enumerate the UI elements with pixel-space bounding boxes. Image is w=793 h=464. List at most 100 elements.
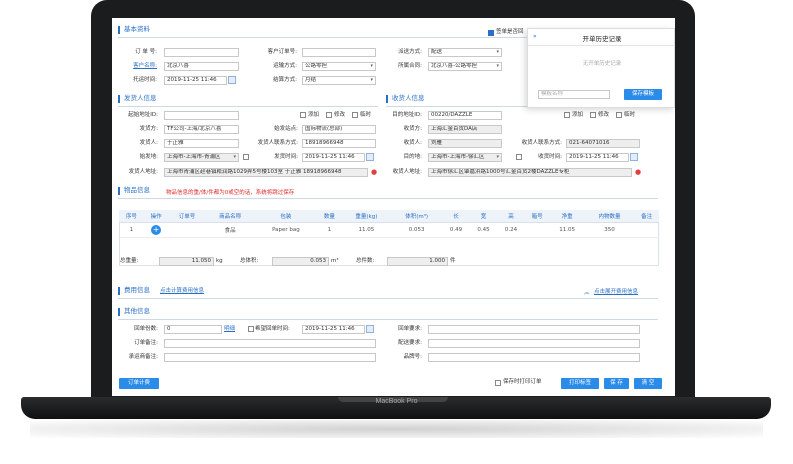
sender-temp-checkbox[interactable] (352, 112, 358, 118)
sender-phone-input[interactable]: 18918966948 (302, 139, 376, 148)
dest-id-input[interactable]: 00220/DAZZLE (428, 111, 502, 120)
consign-time-input[interactable]: 2019-11-25 11:46 (164, 76, 227, 85)
order-note-input[interactable] (164, 339, 376, 348)
customer-order-input[interactable] (302, 48, 376, 57)
col-header: 包装 (254, 210, 317, 223)
section-fees-title: 费用信息 (118, 287, 150, 295)
transport-select[interactable]: 公路零担 (302, 62, 376, 71)
sender-address-input[interactable]: 上海市青浦区赵巷镇崧润路1029弄5号楼103室 于正雅 18918966948 (164, 168, 368, 177)
receiver-address-input[interactable]: 上海市徐汇区肇嘉浜路1000号汇金百货2楼DAZZLE专柜 (428, 168, 632, 177)
receiver-temp-checkbox[interactable] (616, 112, 622, 118)
station-input[interactable]: 国际物流(总部) (302, 125, 376, 134)
save-print-label: 保存时打印订单 (503, 379, 542, 385)
print-label-button[interactable]: 打印标签 (561, 378, 599, 389)
total-weight-input[interactable]: 11.050 (159, 257, 214, 266)
clear-button[interactable]: 清 空 (634, 378, 662, 389)
table-cell[interactable]: 食品 (205, 222, 255, 238)
total-volume-label: 总体积: (240, 258, 259, 264)
calc-fees-link[interactable]: 点击计算费用信息 (160, 287, 204, 296)
table-cell[interactable]: 0.053 (391, 222, 443, 238)
settle-label: 结算方式: (273, 77, 297, 83)
expect-receipt-checkbox[interactable] (248, 326, 254, 332)
col-header: 序号 (119, 210, 144, 223)
receiver-contact-input[interactable]: 刘雁 (428, 139, 502, 148)
receipt-count-input[interactable]: 0 (164, 325, 222, 334)
table-cell[interactable] (168, 222, 206, 238)
recv-time-checkbox[interactable] (516, 154, 522, 160)
table-cell[interactable]: 350 (584, 222, 635, 238)
receipt-req-input[interactable] (428, 325, 640, 334)
dispatch-label: 派送方式: (398, 49, 422, 55)
col-header: 商品名称 (205, 210, 255, 223)
chevron-up-icon[interactable]: ︽ (584, 289, 590, 298)
location-pin-icon[interactable]: ● (635, 168, 641, 176)
calendar-icon[interactable] (366, 153, 374, 161)
receiver-edit-checkbox[interactable] (590, 112, 596, 118)
carrier-note-input[interactable] (164, 353, 376, 362)
sender-temp-label: 临时 (360, 112, 372, 118)
table-cell[interactable] (634, 222, 659, 238)
total-weight-unit: kg (216, 258, 223, 264)
receipt-count-label: 回单份数: (134, 326, 158, 332)
table-cell[interactable]: Paper bag (254, 222, 317, 238)
total-pieces-input[interactable]: 1.000 (387, 257, 448, 266)
brand-no-input[interactable] (428, 353, 640, 362)
consignee-label: 收货方: (403, 126, 422, 132)
laptop-shadow (30, 420, 763, 438)
section-divider (118, 37, 528, 38)
start-id-input[interactable] (164, 111, 239, 120)
dispatch-select[interactable]: 配送 (428, 48, 502, 57)
save-print-checkbox[interactable] (495, 380, 501, 386)
ship-time-checkbox[interactable] (243, 154, 249, 160)
col-header: 宽 (469, 210, 498, 223)
sender-edit-checkbox[interactable] (326, 112, 332, 118)
table-cell[interactable]: 1 (317, 222, 342, 238)
location-pin-icon[interactable]: ● (371, 168, 377, 176)
shipper-input[interactable]: TF公司-上海/北京八喜 (164, 125, 239, 134)
consignee-input[interactable]: 上海汇金百货DA店 (428, 125, 502, 134)
template-name-input[interactable]: 模板名称 (538, 90, 610, 99)
receiver-add-checkbox[interactable] (564, 112, 570, 118)
expect-receipt-input[interactable]: 2019-11-25 11:46 (302, 325, 365, 334)
table-cell[interactable] (524, 222, 550, 238)
receiver-address-label: 收货人地址: (392, 169, 422, 175)
table-cell[interactable]: 0.24 (497, 222, 525, 238)
order-fee-button[interactable]: 订单计费 (119, 378, 159, 389)
receipt-checkbox[interactable] (488, 30, 494, 36)
order-no-input[interactable] (164, 48, 239, 57)
brand-label: MacBook Pro (375, 398, 418, 405)
recv-time-input[interactable]: 2019-11-25 11:46 (566, 153, 629, 162)
receiver-phone-label: 收货人联系方式: (521, 140, 562, 146)
sender-contact-label: 发货人: (139, 140, 158, 146)
delivery-req-label: 配送要求: (398, 340, 422, 346)
customer-name-label[interactable]: 客户名称: (117, 62, 157, 71)
dest-select[interactable]: 上海市-上海市-徐汇区 (428, 153, 502, 162)
ship-time-input[interactable]: 2019-11-25 11:46 (302, 153, 365, 162)
origin-select[interactable]: 上海市-上海市-青浦区 (164, 153, 239, 162)
sender-add-checkbox[interactable] (300, 112, 306, 118)
add-row-icon[interactable]: + (151, 224, 162, 235)
calendar-icon[interactable] (366, 325, 374, 333)
total-pieces-label: 总件数: (356, 258, 375, 264)
table-cell[interactable]: 11.05 (341, 222, 392, 238)
customer-name-input[interactable]: 北京八喜 (164, 62, 239, 71)
settle-select[interactable]: 月结 (302, 76, 376, 85)
receiver-phone-input[interactable]: 021-64071016 (566, 139, 640, 148)
receipt-detail-link[interactable]: 明细 (224, 325, 235, 334)
contract-select[interactable]: 北京八喜-公路零担 (428, 62, 502, 71)
save-template-button[interactable]: 保存模板 (624, 89, 662, 100)
history-title: 开单历史记录 (582, 36, 622, 43)
delivery-req-input[interactable] (428, 339, 640, 348)
table-cell[interactable]: 11.05 (549, 222, 585, 238)
sender-address-label: 发货人地址: (128, 169, 158, 175)
save-button[interactable]: 保 存 (604, 378, 629, 389)
expand-fees-link[interactable]: 点击展开费用信息 (594, 288, 638, 297)
table-row[interactable]: 1 + 食品 Paper bag 1 11.05 0.053 0.49 0.45… (119, 222, 659, 238)
calendar-icon[interactable] (630, 153, 638, 161)
table-cell[interactable]: 0.45 (469, 222, 498, 238)
total-volume-input[interactable]: 0.053 (272, 257, 329, 266)
table-header-row: 序号 操作 订单号 商品名称 包装 数量 重量(kg) 体积(m³) 长 宽 高… (119, 210, 659, 223)
table-cell[interactable]: 0.49 (442, 222, 470, 238)
calendar-icon[interactable] (228, 76, 236, 84)
sender-contact-input[interactable]: 于正雅 (164, 139, 239, 148)
